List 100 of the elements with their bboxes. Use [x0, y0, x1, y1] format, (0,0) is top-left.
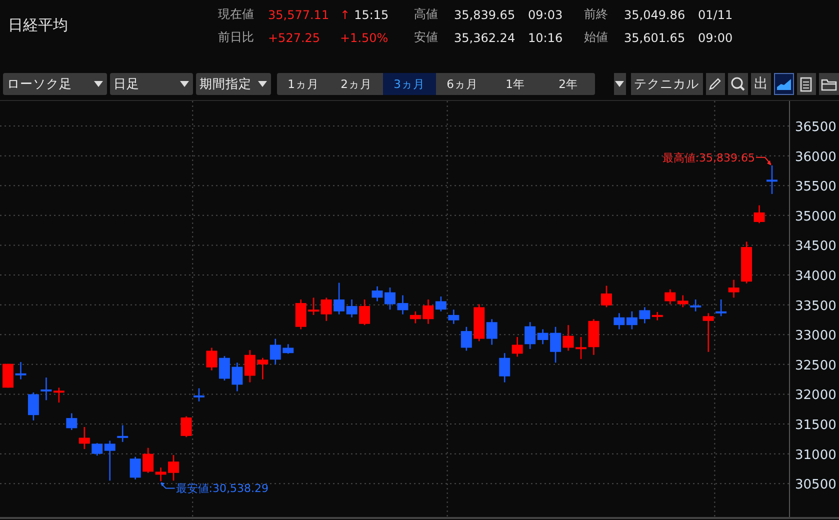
current-price: 35,577.11 [268, 8, 330, 22]
axis-label: 36000 [795, 150, 836, 165]
candlestick [130, 456, 141, 480]
candlestick [690, 299, 702, 312]
axis-label: 34000 [795, 269, 836, 284]
candlestick [232, 362, 243, 392]
stat-value: 35,839.65 [454, 8, 516, 22]
document-icon [800, 76, 812, 92]
caret-icon [258, 81, 267, 87]
up-arrow-icon: ↑ [340, 8, 350, 22]
axis-label: 33000 [795, 328, 836, 344]
stat-time: 10:16 [528, 30, 564, 44]
candlestick [66, 413, 78, 430]
candlestick [194, 388, 204, 402]
candlestick [741, 242, 752, 284]
axis-label: 36500 [795, 120, 836, 136]
max-price-label: 最高値:35,839.65 [662, 151, 755, 164]
tool-button[interactable] [728, 73, 748, 95]
candlestick [282, 344, 294, 354]
candlestick [384, 288, 396, 310]
candlestick [218, 356, 230, 381]
candlestick [15, 362, 26, 380]
stat-time: 09:00 [698, 30, 734, 44]
candlestick [448, 310, 460, 324]
axis-label: 35500 [795, 180, 836, 195]
caret-icon [94, 81, 103, 87]
stat-value: 35,049.86 [624, 8, 686, 22]
stat-value: 35,601.65 [624, 30, 686, 44]
tool-button[interactable] [819, 73, 839, 95]
caret-icon [180, 81, 189, 87]
index-title: 日経平均 [7, 15, 69, 35]
tool-button[interactable] [706, 73, 726, 95]
candlestick [626, 311, 638, 330]
candlestick [754, 205, 765, 224]
axis-label: 31000 [795, 448, 836, 463]
price-change: +527.25 [268, 30, 322, 44]
axis-label: 33500 [795, 298, 836, 314]
folder-icon [821, 78, 838, 90]
candlestick [117, 425, 128, 442]
candlestick [600, 286, 612, 308]
period-tab[interactable]: 3ヵ月 [382, 73, 436, 95]
stat-value: 35,362.24 [454, 30, 516, 44]
candlestick [664, 289, 676, 304]
candlestick [614, 313, 625, 330]
candlestick [550, 326, 562, 363]
technical-button[interactable]: テクニカル [630, 73, 703, 95]
period-tab[interactable]: 6ヵ月 [436, 73, 489, 95]
axis-label: 35000 [795, 209, 836, 224]
candlestick [295, 299, 306, 330]
candlestick [576, 337, 586, 360]
candlestick [180, 416, 192, 438]
stat-label: 安値 [414, 29, 439, 46]
candlestick [677, 295, 688, 308]
leader-line [160, 482, 176, 489]
dropdown[interactable]: 期間指定 [196, 73, 271, 95]
candlestick [562, 325, 574, 351]
candlestick [308, 298, 320, 315]
candlestick [257, 358, 268, 380]
leader-line [756, 156, 772, 166]
axis-label: 31500 [795, 418, 836, 434]
stat-label: 高値 [414, 6, 439, 23]
candlestick [244, 350, 256, 382]
zoom-icon [730, 76, 746, 92]
stat-label: 前終 [584, 6, 609, 23]
tool-button[interactable] [796, 73, 816, 95]
stat-time: 01/11 [698, 8, 734, 22]
candlestick [206, 348, 218, 370]
tool-button[interactable] [774, 73, 794, 95]
period-tab[interactable]: 1ヵ月 [276, 73, 330, 95]
period-tab[interactable]: 1年 [488, 73, 542, 95]
candlestick [728, 280, 740, 298]
candlestick [168, 455, 180, 481]
area-chart-icon [776, 77, 792, 91]
candlestick [320, 298, 332, 321]
period-tab[interactable]: 2年 [542, 73, 595, 95]
dropdown-button[interactable] [614, 73, 626, 95]
candlestick [702, 313, 714, 352]
dropdown[interactable]: ローソク足 [3, 73, 107, 95]
stat-label: 現在値 [218, 6, 255, 23]
candlestick [270, 338, 281, 364]
pencil-icon [708, 77, 722, 91]
stat-time: 15:15 [354, 8, 389, 22]
axis-label: 32500 [795, 358, 836, 374]
dropdown[interactable]: 日足 [110, 73, 193, 95]
min-price-label: 最安値:30,538.29 [176, 482, 268, 496]
axis-label: 30500 [795, 478, 836, 493]
axis-label: 32000 [795, 388, 836, 404]
period-tab[interactable]: 2ヵ月 [330, 73, 383, 95]
candlestick [716, 299, 727, 316]
axis-label: 34500 [795, 239, 836, 254]
stat-label: 始値 [584, 29, 609, 46]
caret-icon [615, 81, 624, 87]
candlestick [460, 326, 472, 351]
stat-label: 前日比 [218, 29, 255, 46]
percent-change: +1.50% [340, 30, 390, 44]
stat-time: 09:03 [528, 8, 564, 22]
candlestick [28, 392, 39, 420]
candlestick [588, 319, 600, 355]
candlestick [2, 364, 14, 388]
candlestick [766, 165, 778, 194]
